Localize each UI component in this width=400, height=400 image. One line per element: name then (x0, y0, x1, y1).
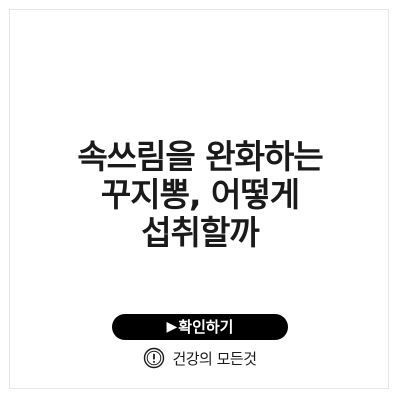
confirm-button[interactable]: ▶확인하기 (112, 314, 288, 340)
brand-name: 건강의 모든것 (172, 349, 257, 368)
confirm-button-label: 확인하기 (178, 318, 234, 336)
brand: 건강의 모든것 (0, 346, 400, 370)
thumbnail-card: 속쓰림을 완화하는 꾸지뽕, 어떻게 섭취할까 ▶확인하기 건강의 모든것 (0, 0, 400, 400)
headline: 속쓰림을 완화하는 꾸지뽕, 어떻게 섭취할까 (0, 138, 400, 252)
headline-line-2: 꾸지뽕, 어떻게 (100, 175, 300, 214)
exclamation-circle-icon (144, 347, 165, 369)
play-arrow-icon: ▶ (166, 319, 178, 335)
headline-line-1: 속쓰림을 완화하는 (77, 137, 323, 176)
headline-line-3: 섭취할까 (141, 213, 259, 252)
